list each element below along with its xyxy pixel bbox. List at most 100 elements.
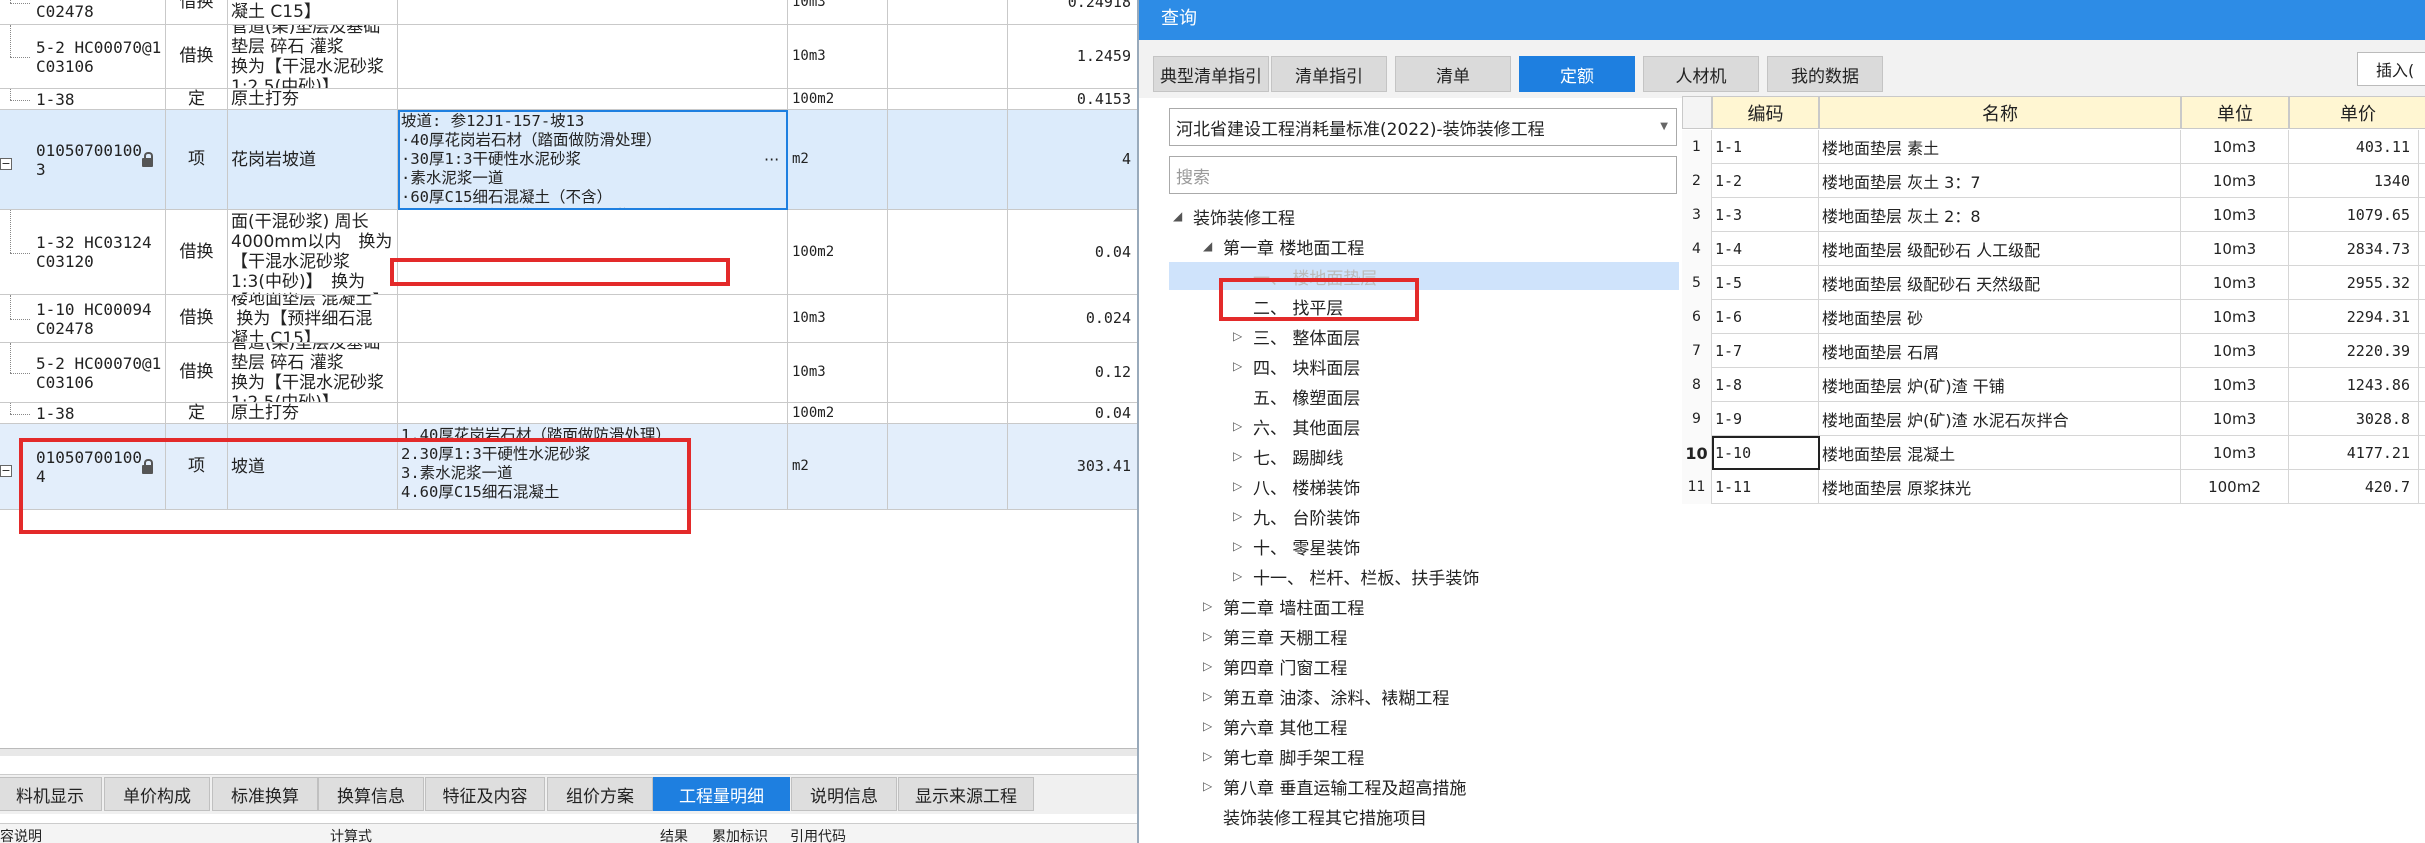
tree-node[interactable]: ▷ 十、 零星装饰	[1233, 532, 1360, 560]
quota-row[interactable]: 1-10 HC00094 C02478借换换为【预拌细石混 凝土 C15】 10m…	[0, 0, 1137, 25]
code-cell[interactable]: 1-10 HC00094 C02478	[0, 0, 166, 24]
features-cell[interactable]	[398, 25, 788, 88]
tree-node[interactable]: ▷ 第七章 脚手架工程	[1203, 742, 1364, 770]
expand-arrow-icon[interactable]: ▷	[1233, 329, 1253, 343]
query-tab-3[interactable]: 清单	[1395, 56, 1511, 92]
tab-5[interactable]: 特征及内容	[425, 777, 545, 811]
tree-node[interactable]: ▷ 第三章 天棚工程	[1203, 622, 1347, 650]
insert-button[interactable]: 插入(	[2357, 52, 2425, 86]
tree-node[interactable]: ▷ 六、 其他面层	[1233, 412, 1360, 440]
tab-3[interactable]: 标准换算	[212, 777, 318, 811]
quota-row[interactable]: 5-2 HC00070@1 C03106借换管道(渠)垫层及基础 垫层 碎石 灌…	[0, 343, 1137, 403]
features-cell[interactable]	[398, 0, 788, 24]
expand-arrow-icon[interactable]: ▷	[1203, 629, 1223, 643]
quota-row[interactable]: 1-32 HC03124 C03120借换块料面层 石材楼地 面(干混砂浆) 周…	[0, 210, 1137, 295]
grid-header-cell[interactable]: 单位	[2181, 96, 2289, 129]
unit-cell[interactable]: m2	[788, 110, 888, 209]
quantity-cell[interactable]: 4	[1008, 110, 1137, 209]
unit-cell[interactable]: 100m2	[788, 89, 888, 109]
name-cell[interactable]: 原土打夯	[228, 89, 398, 109]
quantity-cell[interactable]: 1.2459	[1008, 25, 1137, 88]
expand-arrow-icon[interactable]: ◢	[1173, 209, 1193, 223]
query-tab-2[interactable]: 清单指引	[1271, 56, 1387, 92]
expand-arrow-icon[interactable]: ▷	[1233, 419, 1253, 433]
quota-list-row[interactable]: 10 1-10 楼地面垫层 混凝土 10m3 4177.21	[1682, 436, 2425, 470]
grid-header-cell[interactable]: 名称	[1819, 96, 2181, 129]
tree-node[interactable]: ▷ 第二章 墙柱面工程	[1203, 592, 1364, 620]
tab-1[interactable]: 料机显示	[0, 777, 102, 811]
quota-list-row[interactable]: 7 1-7 楼地面垫层 石屑 10m3 2220.39	[1682, 334, 2425, 368]
expand-arrow-icon[interactable]: ▷	[1233, 359, 1253, 373]
expand-arrow-icon[interactable]: ▷	[1233, 479, 1253, 493]
tree-node[interactable]: 五、 橡塑面层	[1233, 382, 1360, 410]
search-input[interactable]: 搜索	[1169, 156, 1677, 194]
name-cell[interactable]: 花岗岩坡道	[228, 110, 398, 209]
expand-arrow-icon[interactable]: ▷	[1203, 599, 1223, 613]
unit-cell[interactable]: 100m2	[788, 403, 888, 423]
features-cell[interactable]	[398, 210, 788, 294]
tree-node[interactable]: ▷ 九、 台阶装饰	[1233, 502, 1360, 530]
query-tab-1[interactable]: 典型清单指引	[1153, 56, 1269, 92]
unit-cell[interactable]: m2	[788, 424, 888, 509]
unit-cell[interactable]: 100m2	[788, 210, 888, 294]
formula-cell[interactable]	[888, 403, 1008, 423]
unit-cell[interactable]: 10m3	[788, 295, 888, 342]
quota-list-row[interactable]: 6 1-6 楼地面垫层 砂 10m3 2294.31	[1682, 300, 2425, 334]
quantity-cell[interactable]: 0.24918	[1008, 0, 1137, 24]
tree-node[interactable]: ▷ 第六章 其他工程	[1203, 712, 1347, 740]
bill-item-row[interactable]: 01050700100 4 项坡道 1.40厚花岗岩石材（踏面做防滑处理） 2.30…	[0, 424, 1137, 510]
tree-node[interactable]: ▷ 第四章 门窗工程	[1203, 652, 1347, 680]
expand-arrow-icon[interactable]: ▷	[1203, 659, 1223, 673]
quota-list-row[interactable]: 2 1-2 楼地面垫层 灰土 3：7 10m3 1340	[1682, 164, 2425, 198]
quota-row[interactable]: 1-38 定原土打夯 100m2 0.04	[0, 403, 1137, 424]
tree-node[interactable]: 装饰装修工程其它措施项目	[1203, 802, 1427, 830]
tree-node[interactable]: ▷ 三、 整体面层	[1233, 322, 1360, 350]
tree-node[interactable]: ◢ 装饰装修工程	[1173, 202, 1295, 230]
quota-list-row[interactable]: 5 1-5 楼地面垫层 级配砂石 天然级配 10m3 2955.32	[1682, 266, 2425, 300]
collapse-toggle-icon[interactable]: −	[0, 465, 12, 477]
tree-node[interactable]: ▷ 第八章 垂直运输工程及超高措施	[1203, 772, 1466, 800]
grid-header-cell[interactable]: 单价	[2289, 96, 2425, 129]
features-cell[interactable]	[398, 343, 788, 402]
quantity-cell[interactable]: 0.04	[1008, 210, 1137, 294]
features-cell[interactable]	[398, 403, 788, 423]
name-cell[interactable]: 坡道	[228, 424, 398, 509]
quantity-cell[interactable]: 0.4153	[1008, 89, 1137, 109]
quantity-cell[interactable]: 0.04	[1008, 403, 1137, 423]
formula-cell[interactable]	[888, 25, 1008, 88]
features-cell[interactable]	[398, 295, 788, 342]
quota-row[interactable]: 1-38 定原土打夯 100m2 0.4153	[0, 89, 1137, 110]
quantity-cell[interactable]: 303.41	[1008, 424, 1137, 509]
formula-cell[interactable]	[888, 89, 1008, 109]
expand-arrow-icon[interactable]: ▷	[1203, 689, 1223, 703]
name-cell[interactable]: 原土打夯	[228, 403, 398, 423]
quota-list-row[interactable]: 8 1-8 楼地面垫层 炉(矿)渣 干铺 10m3 1243.86	[1682, 368, 2425, 402]
formula-cell[interactable]	[888, 424, 1008, 509]
unit-cell[interactable]: 10m3	[788, 0, 888, 24]
features-cell[interactable]	[398, 89, 788, 109]
tree-node[interactable]: ▷ 七、 踢脚线	[1233, 442, 1343, 470]
tree-node[interactable]: ▷ 第五章 油漆、涂料、裱糊工程	[1203, 682, 1449, 710]
expand-arrow-icon[interactable]: ▷	[1203, 749, 1223, 763]
quantity-cell[interactable]: 0.12	[1008, 343, 1137, 402]
tree-node[interactable]: ▷ 四、 块料面层	[1233, 352, 1360, 380]
standard-select[interactable]: 河北省建设工程消耗量标准(2022)-装饰装修工程 ▼	[1169, 108, 1677, 146]
tab-9[interactable]: 显示来源工程	[898, 777, 1034, 811]
expand-arrow-icon[interactable]: ▷	[1233, 539, 1253, 553]
formula-cell[interactable]	[888, 210, 1008, 294]
tree-node[interactable]: ◢ 第一章 楼地面工程	[1203, 232, 1364, 260]
quota-row[interactable]: 5-2 HC00070@1 C03106借换管道(渠)垫层及基础 垫层 碎石 灌…	[0, 25, 1137, 89]
more-button[interactable]: ···	[764, 150, 779, 169]
query-tab-6[interactable]: 我的数据	[1767, 56, 1883, 92]
tree-node[interactable]: 一、 楼地面垫层	[1169, 262, 1679, 290]
query-tab-5[interactable]: 人材机	[1643, 56, 1759, 92]
unit-cell[interactable]: 10m3	[788, 25, 888, 88]
pane-splitter[interactable]	[0, 748, 1137, 756]
grid-header-cell[interactable]	[1682, 96, 1712, 129]
name-cell[interactable]: 管道(渠)垫层及基础 垫层 碎石 灌浆 换为【干混水泥砂浆 1:2.5(中砂)】	[228, 343, 398, 402]
expand-arrow-icon[interactable]: ▷	[1233, 509, 1253, 523]
expand-arrow-icon[interactable]: ◢	[1203, 239, 1223, 253]
name-cell[interactable]: 楼地面垫层 混凝土 换为【预拌细石混 凝土 C15】	[228, 295, 398, 342]
tab-8[interactable]: 说明信息	[791, 777, 897, 811]
formula-cell[interactable]	[888, 343, 1008, 402]
